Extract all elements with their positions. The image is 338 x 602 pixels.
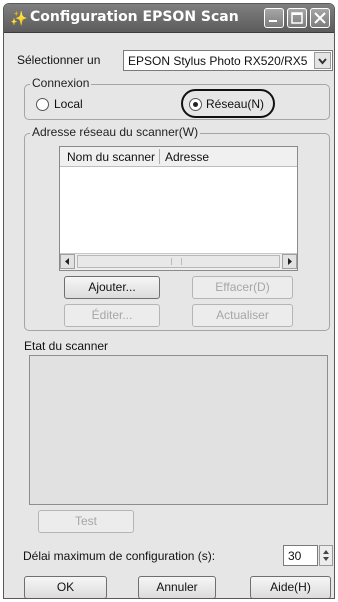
epson-scan-config-window: ✨ Configuration EPSON Scan Sélectionner … (3, 3, 335, 599)
app-icon: ✨ (10, 10, 28, 26)
column-header-address[interactable]: Adresse (165, 150, 209, 164)
edit-button[interactable]: Éditer... (64, 304, 160, 327)
scanner-select-label: Sélectionner un (17, 53, 101, 67)
scroll-right-button[interactable] (282, 254, 297, 269)
timeout-input[interactable]: 30 (283, 545, 318, 566)
close-button[interactable] (310, 8, 330, 28)
network-address-group-label: Adresse réseau du scanner(W) (30, 125, 201, 139)
test-button[interactable]: Test (38, 510, 134, 533)
minimize-icon (269, 20, 277, 22)
delete-button[interactable]: Effacer(D) (192, 276, 293, 299)
local-radio[interactable] (36, 98, 49, 111)
chevron-right-icon (288, 258, 292, 265)
cancel-button[interactable]: Annuler (138, 576, 216, 598)
chevron-down-icon[interactable] (314, 52, 331, 69)
help-button[interactable]: Aide(H) (250, 576, 331, 598)
scanner-list-header: Nom du scanner Adresse (60, 147, 297, 167)
scrollbar-thumb[interactable] (77, 255, 280, 268)
maximize-icon (291, 12, 303, 24)
scrollbar-grip (171, 258, 182, 265)
window-title: Configuration EPSON Scan (30, 9, 239, 25)
horizontal-scrollbar[interactable] (60, 253, 297, 270)
callout-oval (181, 89, 275, 118)
scanner-list[interactable]: Nom du scanner Adresse (59, 146, 298, 271)
local-radio-label[interactable]: Local (54, 97, 83, 111)
scanner-select[interactable]: EPSON Stylus Photo RX520/RX5 (123, 50, 333, 71)
scanner-status-label: Etat du scanner (24, 339, 109, 353)
ok-button[interactable]: OK (24, 576, 107, 598)
title-bar[interactable]: ✨ Configuration EPSON Scan (4, 4, 334, 33)
connection-group-label: Connexion (30, 76, 92, 90)
scroll-left-button[interactable] (60, 254, 75, 269)
scanner-select-value: EPSON Stylus Photo RX520/RX5 (128, 54, 308, 68)
minimize-button[interactable] (264, 8, 284, 28)
timeout-value: 30 (288, 549, 302, 563)
refresh-button[interactable]: Actualiser (192, 304, 293, 327)
column-header-scanner-name[interactable]: Nom du scanner (67, 150, 155, 164)
add-button[interactable]: Ajouter... (64, 276, 160, 299)
scanner-status-box (29, 355, 328, 505)
spinner-arrows-icon (323, 550, 329, 561)
timeout-spinner[interactable] (319, 545, 333, 566)
close-icon (314, 12, 326, 24)
maximize-button[interactable] (287, 8, 307, 28)
column-divider[interactable] (159, 149, 160, 164)
chevron-left-icon (65, 258, 69, 265)
timeout-label: Délai maximum de configuration (s): (23, 549, 216, 563)
